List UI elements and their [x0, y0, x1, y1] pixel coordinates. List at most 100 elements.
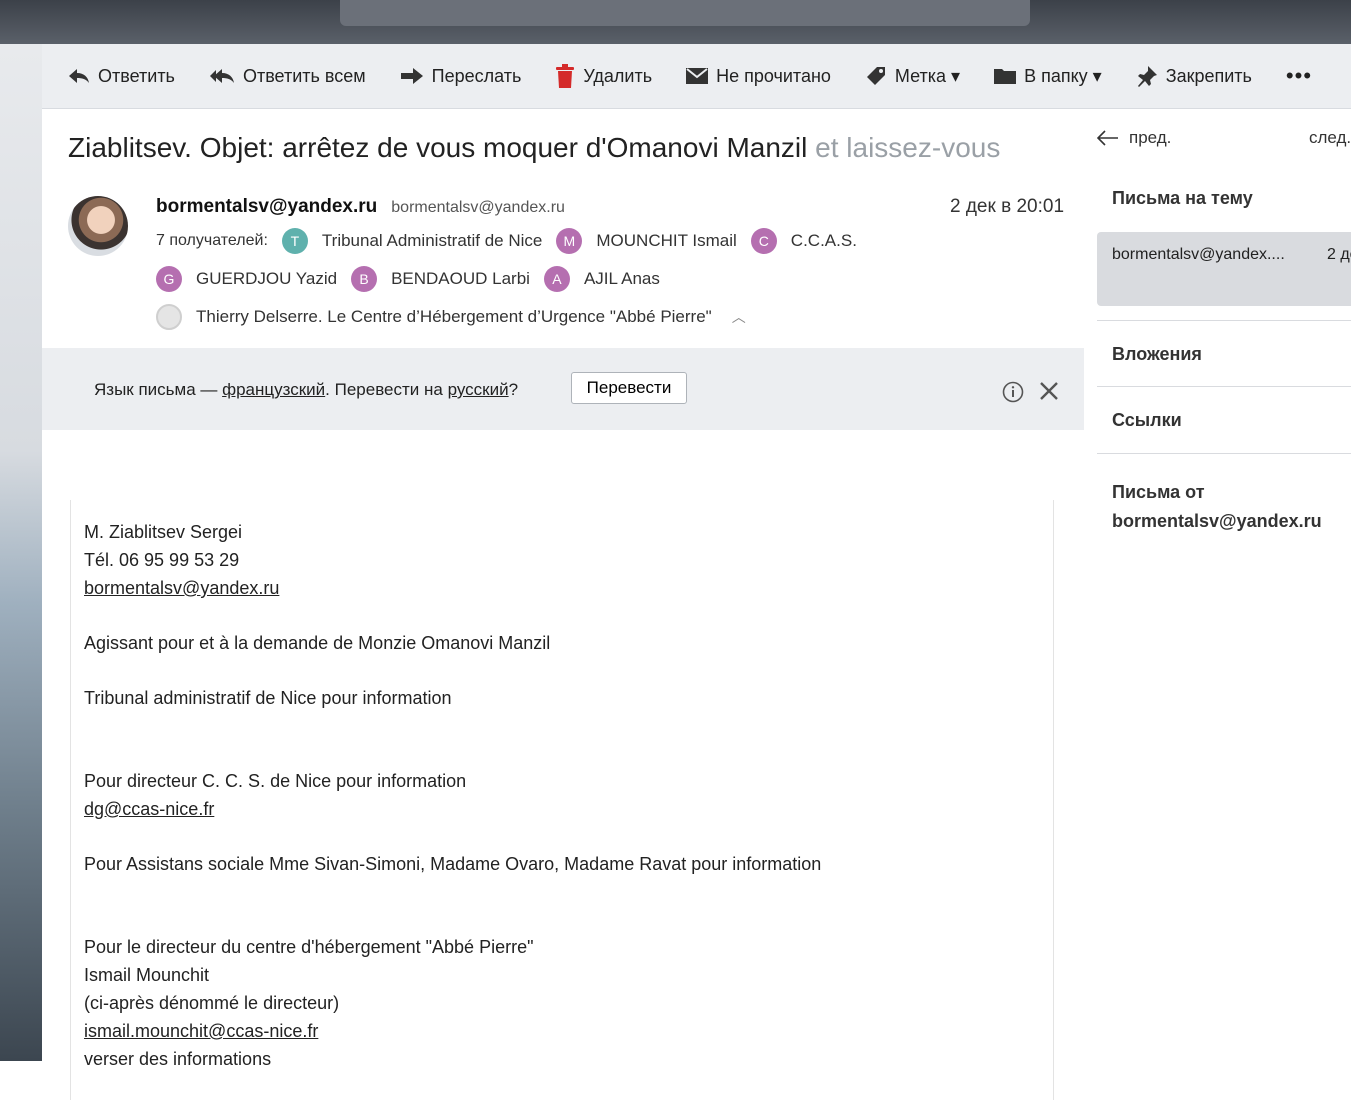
next-message-link[interactable]: след. — [1309, 128, 1351, 148]
recipient-name: Thierry Delserre. Le Centre d’Hébergemen… — [196, 307, 712, 326]
reply-label: Ответить — [98, 65, 175, 86]
divider — [1097, 386, 1351, 387]
subject-main: Ziablitsev. Objet: arrêtez de vous moque… — [68, 132, 808, 163]
recipient-name: BENDAOUD Larbi — [391, 269, 530, 288]
thread-item-sender: bormentalsv@yandex.... — [1112, 246, 1285, 263]
from-sender-title: Письма от — [1112, 482, 1205, 502]
prev-label: пред. — [1129, 128, 1172, 147]
default-avatar-icon — [156, 304, 182, 330]
mark-unread-label: Не прочитано — [716, 65, 831, 86]
mark-unread-button[interactable]: Не прочитано — [686, 56, 831, 96]
recipient-chip[interactable]: G GUERDJOU Yazid — [156, 266, 337, 292]
thread-heading[interactable]: Письма на тему — [1112, 188, 1253, 209]
recipients-count: 7 получателей: — [156, 232, 268, 249]
body-line: M. Ziablitsev Sergei — [84, 522, 243, 542]
subject-fade: et laissez-vous — [807, 132, 1001, 163]
message-date: 2 дек в 20:01 — [950, 196, 1065, 217]
body-line: Tribunal administratif de Nice pour info… — [84, 688, 452, 708]
pin-label: Закрепить — [1165, 65, 1252, 86]
body-email-link[interactable]: bormentalsv@yandex.ru — [84, 578, 279, 598]
reply-icon — [69, 69, 89, 83]
recipient-initial: T — [281, 228, 308, 254]
message-subject: Ziablitsev. Objet: arrêtez de vous moque… — [68, 132, 1008, 164]
recipient-initial: A — [543, 266, 570, 292]
message-body: M. Ziablitsev Sergei Tél. 06 95 99 53 29… — [84, 518, 821, 1073]
more-icon: ••• — [1285, 63, 1313, 88]
label-button[interactable]: Метка ▾ — [865, 56, 960, 96]
message-nav: пред. след. — [1097, 128, 1351, 148]
translate-prefix: Язык письма — — [94, 380, 223, 399]
sender-avatar[interactable] — [68, 196, 128, 256]
sender-name[interactable]: bormentalsv@yandex.ru — [156, 196, 377, 218]
body-line: Pour Assistans sociale Mme Sivan-Simoni,… — [84, 854, 822, 874]
more-button[interactable]: ••• — [1286, 56, 1312, 96]
recipient-name: AJIL Anas — [583, 269, 660, 288]
pin-icon — [1137, 66, 1157, 87]
body-line: Pour le directeur du centre d'hébergemen… — [84, 937, 534, 957]
forward-label: Переслать — [431, 65, 522, 86]
recipients-row: Thierry Delserre. Le Centre d’Hébergemen… — [156, 298, 1016, 336]
recipient-name: MOUNCHIT Ismail — [596, 231, 737, 250]
recipient-chip[interactable]: A AJIL Anas — [543, 266, 660, 292]
desktop-background — [0, 44, 42, 1061]
recipient-chip[interactable]: T Tribunal Administratif de Nice — [281, 228, 542, 254]
recipient-initial: C — [750, 228, 777, 254]
sender-line: bormentalsv@yandex.ru bormentalsv@yandex… — [156, 196, 565, 218]
recipient-name: C.C.A.S. — [790, 231, 857, 250]
recipient-chip[interactable]: M MOUNCHIT Ismail — [556, 228, 737, 254]
envelope-icon — [686, 68, 709, 84]
pin-button[interactable]: Закрепить — [1136, 56, 1252, 96]
recipients-list: 7 получателей: T Tribunal Administratif d… — [156, 222, 1016, 336]
recipient-chip[interactable]: Thierry Delserre. Le Centre d’Hébergemen… — [156, 304, 712, 330]
translate-suffix: ? — [508, 380, 519, 399]
reply-all-button[interactable]: Ответить всем — [209, 56, 366, 96]
translate-button[interactable]: Перевести — [571, 372, 687, 404]
body-email-link[interactable]: ismail.mounchit@ccas-nice.fr — [84, 1021, 318, 1041]
forward-button[interactable]: Переслать — [400, 56, 522, 96]
close-icon[interactable] — [1038, 380, 1060, 402]
divider — [1097, 453, 1351, 454]
body-line: Pour directeur C. C. S. de Nice pour inf… — [84, 771, 467, 791]
body-line: Agissant pour et à la demande de Monzie … — [84, 633, 551, 653]
recipients-row: G GUERDJOU Yazid B BENDAOUD Larbi A AJIL An… — [156, 260, 1016, 298]
address-bar[interactable] — [340, 0, 1030, 26]
move-to-folder-label: В папку ▾ — [1024, 65, 1102, 86]
translate-middle: . Перевести на — [325, 380, 448, 399]
from-sender-address: bormentalsv@yandex.ru — [1112, 511, 1322, 531]
sender-address[interactable]: bormentalsv@yandex.ru — [391, 199, 565, 217]
body-line: verser des informations — [84, 1049, 272, 1069]
browser-chrome — [0, 0, 1351, 44]
thread-message-item[interactable]: bormentalsv@yandex.... 2 дек — [1097, 232, 1351, 306]
recipient-initial: M — [556, 228, 583, 254]
from-sender-heading[interactable]: Письма от bormentalsv@yandex.ru — [1112, 478, 1322, 536]
reply-all-icon — [209, 69, 234, 83]
body-line: (ci-après dénommé le directeur) — [84, 993, 340, 1013]
info-icon[interactable] — [1002, 381, 1024, 403]
folder-icon — [994, 69, 1017, 84]
delete-button[interactable]: Удалить — [555, 56, 652, 96]
recipient-name: GUERDJOU Yazid — [196, 269, 338, 288]
recipient-chip[interactable]: C C.C.A.S. — [750, 228, 857, 254]
prev-message-link[interactable]: пред. — [1097, 128, 1171, 148]
move-to-folder-button[interactable]: В папку ▾ — [994, 56, 1102, 96]
recipient-initial: B — [351, 266, 378, 292]
target-language-link[interactable]: русский — [448, 380, 509, 399]
translate-prompt: Язык письма — французский. Перевести на … — [94, 380, 518, 400]
arrow-left-icon — [1097, 130, 1118, 146]
body-line: Ismail Mounchit — [84, 965, 210, 985]
recipients-row: 7 получателей: T Tribunal Administratif d… — [156, 222, 1016, 260]
collapse-chevron-icon[interactable]: ︿ — [732, 307, 746, 327]
delete-label: Удалить — [583, 65, 653, 86]
thread-item-date: 2 дек — [1327, 246, 1351, 263]
body-email-link[interactable]: dg@ccas-nice.fr — [84, 799, 214, 819]
reply-all-label: Ответить всем — [242, 65, 366, 86]
message-toolbar: Ответить Ответить всем Переслать Удалить… — [42, 44, 1351, 109]
mail-app: Ответить Ответить всем Переслать Удалить… — [42, 44, 1351, 1100]
recipient-initial: G — [156, 266, 182, 292]
source-language-link[interactable]: французский — [222, 380, 325, 399]
recipient-chip[interactable]: B BENDAOUD Larbi — [351, 266, 530, 292]
reply-button[interactable]: Ответить — [68, 56, 175, 96]
right-panel: пред. след. Письма на тему bormentalsv@y… — [1097, 108, 1351, 1061]
links-heading[interactable]: Ссылки — [1112, 410, 1182, 431]
attachments-heading[interactable]: Вложения — [1112, 344, 1202, 365]
